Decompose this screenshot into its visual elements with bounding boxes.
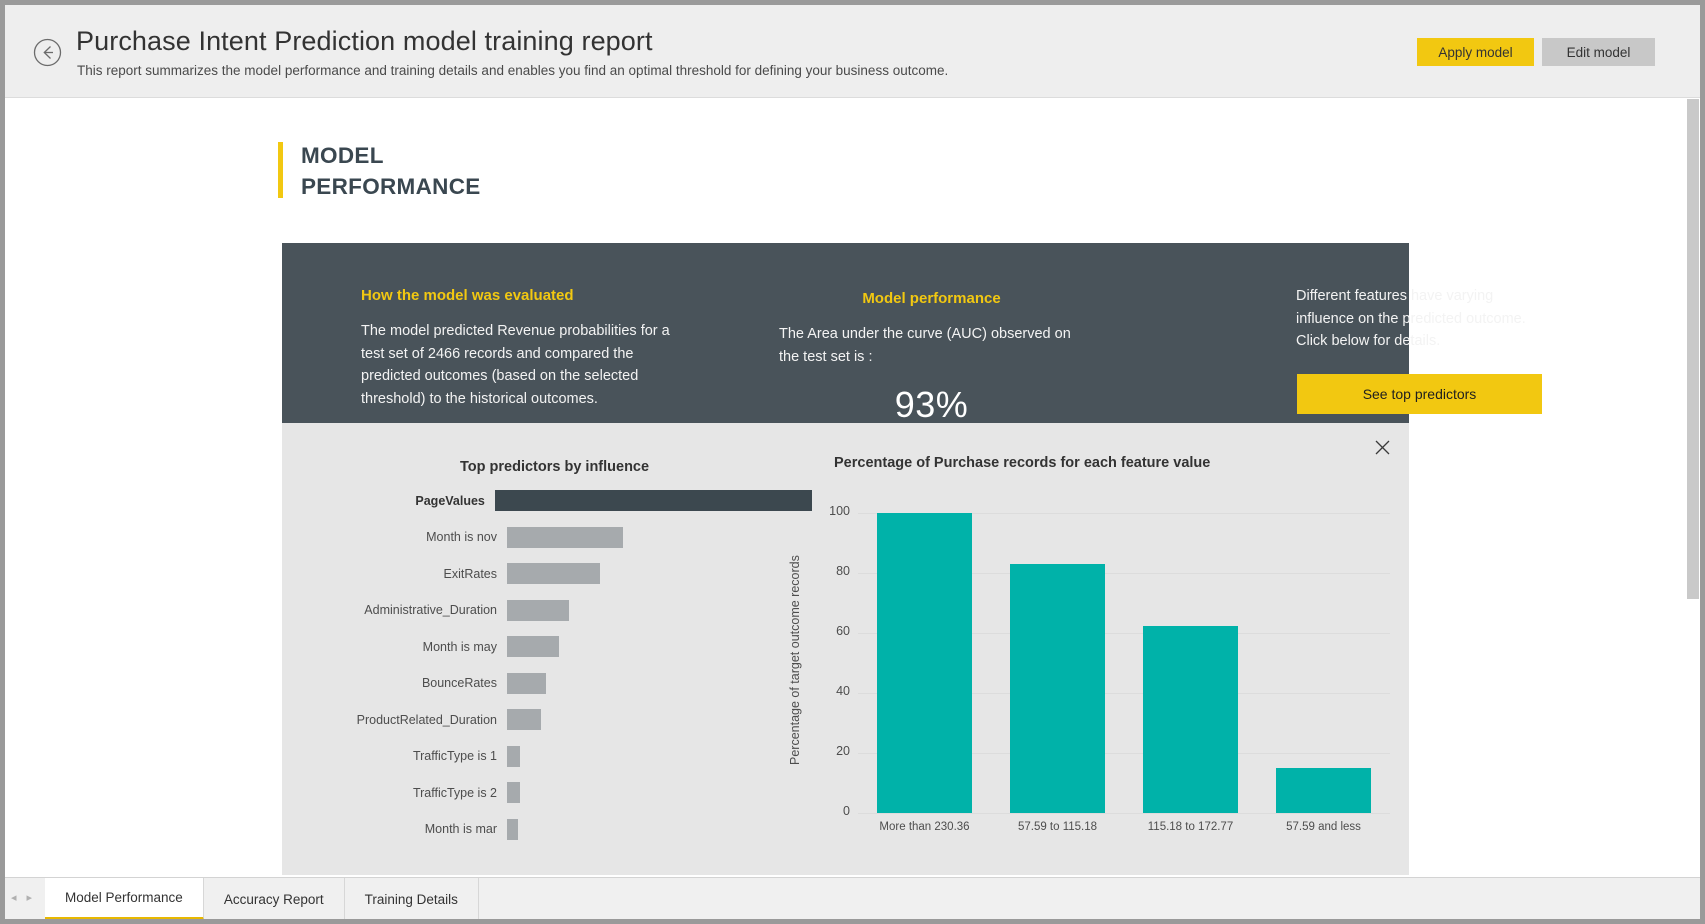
see-top-predictors-button[interactable]: See top predictors [1297, 374, 1542, 414]
performance-body: The Area under the curve (AUC) observed … [779, 323, 1084, 368]
predictor-label: ExitRates [292, 567, 507, 581]
charts-panel: Top predictors by influence Percentage o… [282, 423, 1409, 875]
predictor-bar[interactable] [507, 819, 518, 840]
y-axis-tick: 80 [806, 564, 850, 578]
vertical-scrollbar[interactable] [1686, 99, 1700, 877]
tab-accuracy-report[interactable]: Accuracy Report [204, 878, 345, 919]
scrollbar-thumb[interactable] [1687, 99, 1699, 599]
y-axis-tick: 60 [806, 624, 850, 638]
x-axis-tick: More than 230.36 [858, 821, 991, 833]
predictor-bar[interactable] [507, 709, 541, 730]
page-tab-bar: ◂ ▸ Model PerformanceAccuracy ReportTrai… [5, 877, 1700, 919]
x-axis-tick: 57.59 to 115.18 [991, 821, 1124, 833]
page-subtitle: This report summarizes the model perform… [77, 63, 948, 78]
section-accent-bar [278, 142, 283, 198]
predictor-bar[interactable] [507, 746, 520, 767]
predictor-row[interactable]: TrafficType is 1 [292, 741, 812, 772]
evaluation-column: How the model was evaluated The model pr… [361, 287, 691, 410]
edit-model-button[interactable]: Edit model [1542, 38, 1655, 66]
auc-value: 93% [779, 384, 1084, 426]
predictor-bar[interactable] [507, 782, 520, 803]
gridline [858, 813, 1390, 814]
tab-next-icon[interactable]: ▸ [27, 891, 33, 904]
predictor-label: Month is may [292, 640, 507, 654]
feature-value-bar[interactable] [1010, 564, 1106, 813]
features-body: Different features have varying influenc… [1296, 285, 1542, 353]
model-info-panel: How the model was evaluated The model pr… [282, 243, 1409, 423]
apply-model-button[interactable]: Apply model [1417, 38, 1534, 66]
section-title-line1: MODEL [301, 140, 481, 171]
report-canvas: MODEL PERFORMANCE How the model was eval… [5, 99, 1685, 877]
predictor-row[interactable]: BounceRates [292, 668, 812, 699]
feature-value-percentage-chart[interactable]: Percentage of target outcome records0 20 4… [782, 485, 1402, 870]
tab-list: Model PerformanceAccuracy ReportTraining… [45, 878, 479, 919]
predictor-label: PageValues [292, 494, 495, 508]
predictor-row[interactable]: ProductRelated_Duration [292, 704, 812, 735]
close-icon[interactable] [1370, 435, 1394, 459]
predictor-label: TrafficType is 1 [292, 749, 507, 763]
predictor-row[interactable]: TrafficType is 2 [292, 777, 812, 808]
feature-value-bar[interactable] [877, 513, 973, 813]
back-arrow-circle-icon[interactable] [33, 38, 62, 67]
section-header: MODEL PERFORMANCE [278, 140, 481, 202]
predictor-label: TrafficType is 2 [292, 786, 507, 800]
predictor-label: Administrative_Duration [292, 603, 507, 617]
predictor-row[interactable]: Month is mar [292, 814, 812, 845]
predictor-row[interactable]: Administrative_Duration [292, 595, 812, 626]
right-chart-title: Percentage of Purchase records for each … [834, 455, 1210, 471]
y-axis-tick: 20 [806, 744, 850, 758]
predictor-bar[interactable] [507, 563, 600, 584]
tab-training-details[interactable]: Training Details [345, 878, 479, 919]
page-title: Purchase Intent Prediction model trainin… [76, 26, 653, 57]
evaluation-heading: How the model was evaluated [361, 287, 691, 304]
tab-nav-arrows: ◂ ▸ [11, 891, 32, 904]
left-chart-title: Top predictors by influence [460, 459, 649, 475]
section-title: MODEL PERFORMANCE [301, 140, 481, 202]
performance-heading: Model performance [779, 290, 1084, 307]
x-axis-tick: 115.18 to 172.77 [1124, 821, 1257, 833]
tab-prev-icon[interactable]: ◂ [11, 891, 17, 904]
predictor-row[interactable]: Month is nov [292, 522, 812, 553]
y-axis-tick: 100 [806, 504, 850, 518]
performance-column: Model performance The Area under the cur… [779, 290, 1084, 426]
predictor-bar[interactable] [507, 600, 569, 621]
feature-value-bar[interactable] [1143, 626, 1239, 814]
app-header: Purchase Intent Prediction model trainin… [5, 5, 1700, 98]
predictor-bar[interactable] [507, 527, 623, 548]
predictor-label: Month is nov [292, 530, 507, 544]
features-column: Different features have varying influenc… [1296, 285, 1542, 353]
predictor-label: Month is mar [292, 822, 507, 836]
predictor-row[interactable]: Month is may [292, 631, 812, 662]
feature-value-bar[interactable] [1276, 768, 1372, 813]
evaluation-body: The model predicted Revenue probabilitie… [361, 320, 691, 410]
tab-model-performance[interactable]: Model Performance [45, 878, 204, 919]
report-window: Purchase Intent Prediction model trainin… [5, 5, 1700, 919]
top-predictors-chart[interactable]: PageValues Month is nov ExitRates Administr… [292, 485, 812, 870]
y-axis-title: Percentage of target outcome records [788, 525, 804, 795]
predictor-label: BounceRates [292, 676, 507, 690]
predictor-bar[interactable] [495, 490, 812, 511]
predictor-row[interactable]: ExitRates [292, 558, 812, 589]
y-axis-tick: 0 [806, 804, 850, 818]
predictor-row[interactable]: PageValues [292, 485, 812, 516]
x-axis-tick: 57.59 and less [1257, 821, 1390, 833]
predictor-label: ProductRelated_Duration [292, 713, 507, 727]
predictor-bar[interactable] [507, 673, 546, 694]
predictor-bar[interactable] [507, 636, 559, 657]
section-title-line2: PERFORMANCE [301, 171, 481, 202]
y-axis-tick: 40 [806, 684, 850, 698]
